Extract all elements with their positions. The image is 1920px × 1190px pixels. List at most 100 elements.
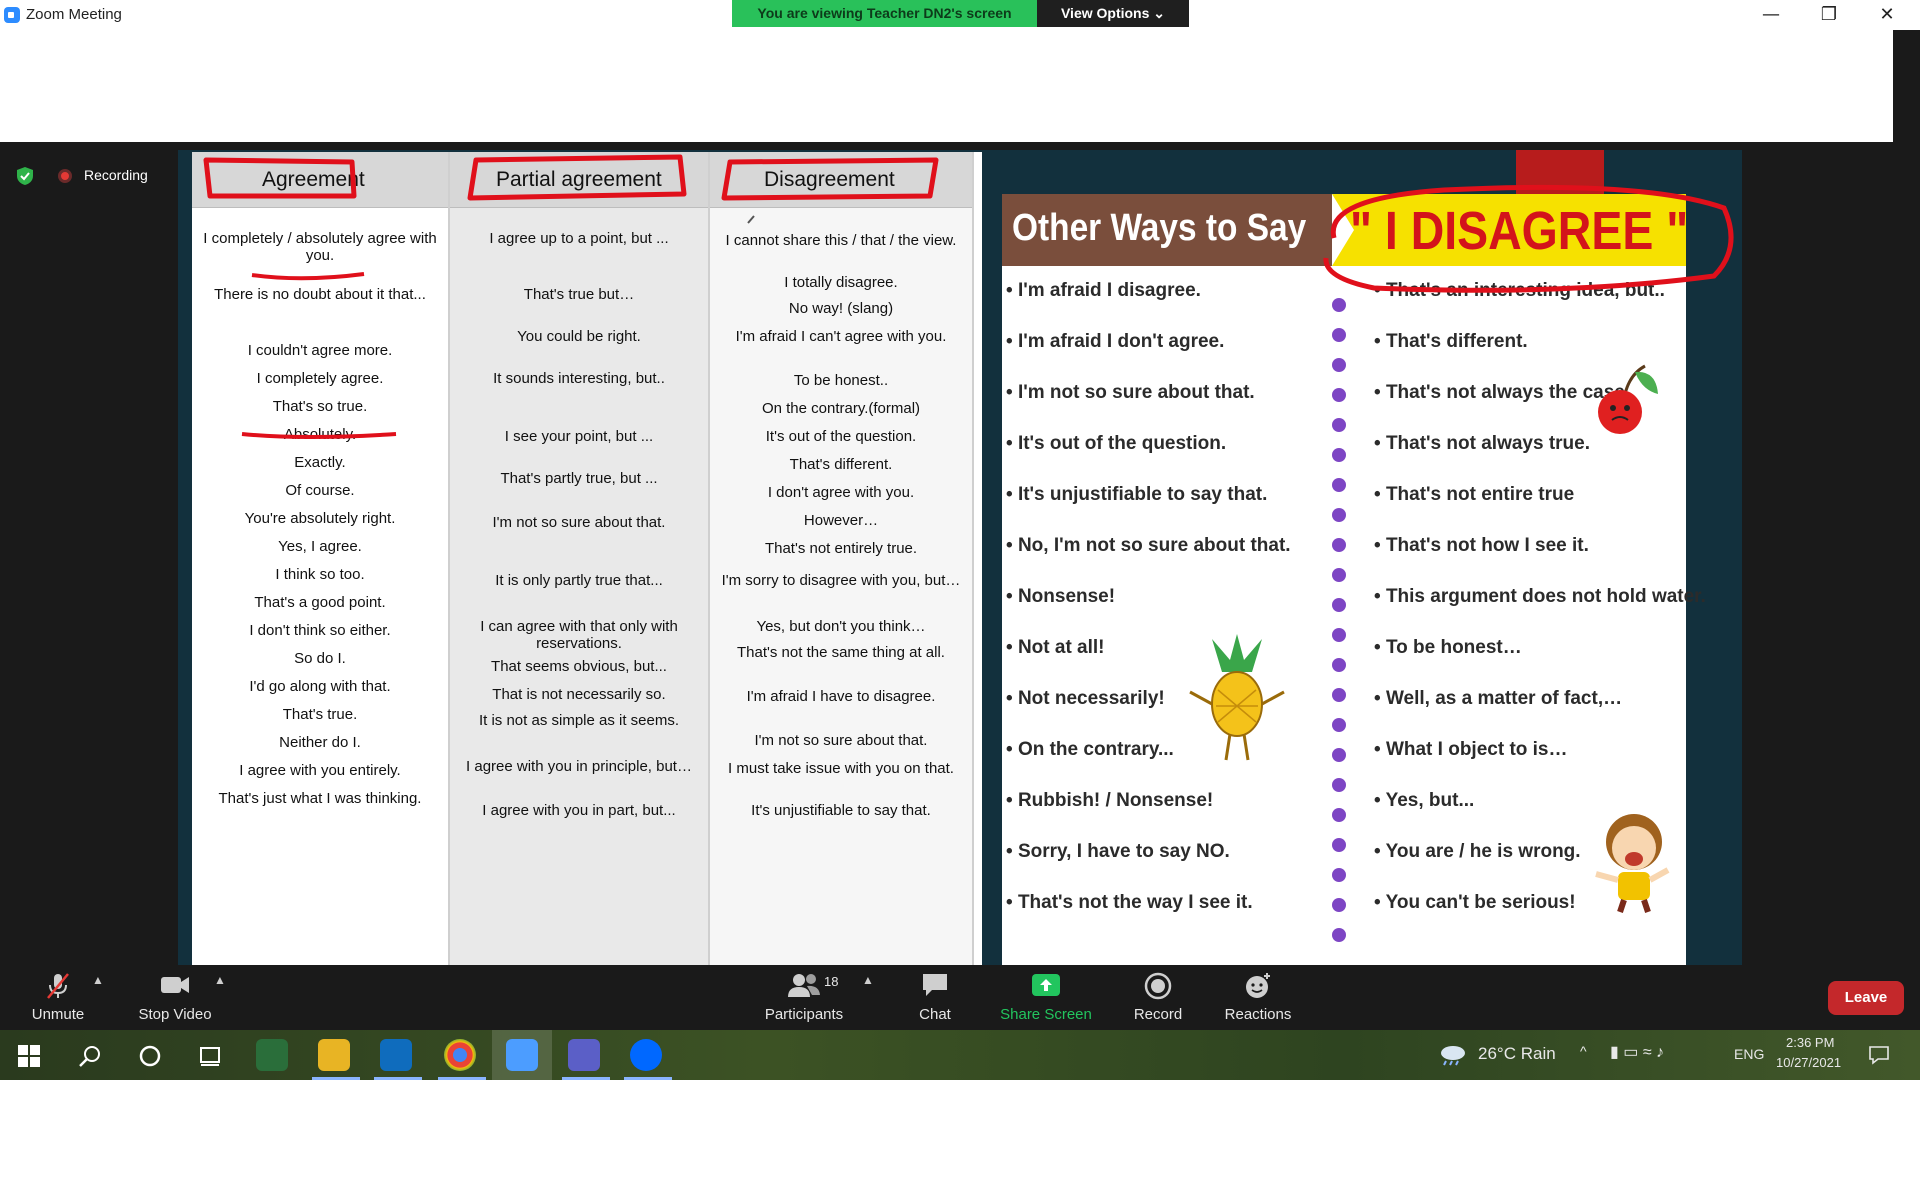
- bullet-icon: •: [1006, 433, 1018, 454]
- calculator-app-icon[interactable]: [256, 1039, 288, 1071]
- reactions-button[interactable]: Reactions: [1218, 965, 1298, 1030]
- agreement-table: Agreement I completely / absolutely agre…: [192, 152, 982, 965]
- purple-dot: [1332, 898, 1346, 912]
- cherry-illustration: [1598, 364, 1658, 434]
- disagree-phrase-right: • What I object to is…: [1374, 739, 1568, 761]
- restore-icon[interactable]: ❐: [1806, 2, 1852, 28]
- heading-other-ways: Other Ways to Say: [1012, 207, 1307, 249]
- purple-dot: [1332, 508, 1346, 522]
- bullet-icon: •: [1374, 892, 1386, 913]
- clock-time[interactable]: 2:36 PM: [1786, 1035, 1834, 1050]
- disagree-phrase-left: • I'm afraid I disagree.: [1006, 280, 1201, 302]
- participants-count: 18: [824, 974, 839, 989]
- purple-dot: [1332, 658, 1346, 672]
- weather-rain-icon[interactable]: [1438, 1044, 1468, 1066]
- video-options-chevron-icon[interactable]: ▲: [214, 973, 226, 987]
- participants-chevron-icon[interactable]: ▲: [862, 973, 874, 987]
- chat-label: Chat: [919, 1006, 951, 1023]
- chat-icon: [923, 974, 947, 996]
- bullet-icon: •: [1006, 382, 1018, 403]
- disagree-phrase-right: • You are / he is wrong.: [1374, 841, 1581, 863]
- chat-button[interactable]: Chat: [900, 965, 970, 1030]
- stop-video-button[interactable]: Stop Video: [130, 965, 220, 1030]
- window-title: Zoom Meeting: [26, 6, 122, 23]
- close-icon[interactable]: ✕: [1864, 2, 1910, 28]
- share-screen-label: Share Screen: [1000, 1006, 1092, 1023]
- shield-icon[interactable]: [16, 166, 34, 186]
- purple-dot: [1332, 778, 1346, 792]
- bullet-icon: •: [1006, 484, 1018, 505]
- participants-button[interactable]: 18 Participants: [756, 965, 852, 1030]
- clock-date[interactable]: 10/27/2021: [1776, 1055, 1841, 1070]
- phrase-text: Not necessarily!: [1017, 688, 1165, 709]
- phrase-text: Rubbish! / Nonsense!: [1017, 790, 1214, 811]
- smiley-plus-icon: [1246, 973, 1270, 998]
- unmute-button[interactable]: Unmute: [20, 965, 96, 1030]
- purple-dot: [1332, 418, 1346, 432]
- view-options-button[interactable]: View Options ⌄: [1037, 0, 1189, 27]
- disagree-phrase-left: • On the contrary...: [1006, 739, 1174, 761]
- system-tray-chevron-icon[interactable]: ^: [1580, 1043, 1587, 1059]
- shared-screen: Agreement I completely / absolutely agre…: [178, 150, 1742, 965]
- disagree-phrase-left: • It's out of the question.: [1006, 433, 1226, 455]
- minimize-icon[interactable]: —: [1748, 2, 1794, 28]
- phrase-text: Not at all!: [1017, 637, 1105, 658]
- bullet-icon: •: [1374, 637, 1386, 658]
- disagree-phrase-right: • Yes, but...: [1374, 790, 1474, 812]
- search-icon[interactable]: [78, 1044, 102, 1068]
- purple-dot: [1332, 478, 1346, 492]
- disagree-phrase-left: • Not at all!: [1006, 637, 1105, 659]
- phrase-text: Well, as a matter of fact,…: [1385, 688, 1623, 709]
- participants-label: Participants: [764, 1006, 844, 1023]
- notification-icon[interactable]: [1868, 1045, 1890, 1065]
- bullet-icon: •: [1374, 382, 1386, 403]
- purple-dot: [1332, 808, 1346, 822]
- windows-start-icon[interactable]: [18, 1045, 40, 1067]
- purple-dot: [1332, 388, 1346, 402]
- phrase-text: No, I'm not so sure about that.: [1017, 535, 1291, 556]
- participants-icon: [788, 974, 820, 997]
- leave-button[interactable]: Leave: [1828, 981, 1904, 1015]
- pineapple-illustration: [1189, 634, 1285, 761]
- purple-dot: [1332, 628, 1346, 642]
- bullet-icon: •: [1374, 433, 1386, 454]
- disagree-phrase-left: • Sorry, I have to say NO.: [1006, 841, 1230, 863]
- audio-options-chevron-icon[interactable]: ▲: [92, 973, 104, 987]
- purple-dot: [1332, 598, 1346, 612]
- bullet-icon: •: [1374, 586, 1386, 607]
- bullet-icon: •: [1374, 535, 1386, 556]
- phrase-text: I'm not so sure about that.: [1017, 382, 1255, 403]
- red-circle-annotation: [1323, 184, 1734, 293]
- reactions-label: Reactions: [1224, 1006, 1292, 1023]
- phrase-text: That's not how I see it.: [1385, 535, 1589, 556]
- bullet-icon: •: [1006, 535, 1018, 556]
- disagree-phrase-left: • Nonsense!: [1006, 586, 1115, 608]
- phrase-text: That's not entire true: [1385, 484, 1575, 505]
- disagree-phrase-left: • No, I'm not so sure about that.: [1006, 535, 1291, 557]
- top-white-strip: [0, 30, 1893, 142]
- tray-icons[interactable]: ▮ ▭ ≈ ♪: [1610, 1042, 1664, 1062]
- disagree-phrase-left: • Not necessarily!: [1006, 688, 1165, 710]
- purple-dot: [1332, 538, 1346, 552]
- bullet-icon: •: [1374, 739, 1386, 760]
- recording-icon: [58, 169, 72, 183]
- share-screen-button[interactable]: Share Screen: [994, 965, 1098, 1030]
- purple-dot: [1332, 868, 1346, 882]
- record-button[interactable]: Record: [1120, 965, 1196, 1030]
- purple-dot: [1332, 928, 1346, 942]
- phrase-text: That's different.: [1385, 331, 1528, 352]
- disagree-phrase-right: • That's not always true.: [1374, 433, 1590, 455]
- language-indicator[interactable]: ENG: [1734, 1046, 1764, 1062]
- bullet-icon: •: [1374, 484, 1386, 505]
- phrase-text: To be honest…: [1385, 637, 1522, 658]
- disagree-phrase-right: • That's not how I see it.: [1374, 535, 1589, 557]
- zalo-icon[interactable]: [630, 1039, 662, 1071]
- teams-icon[interactable]: [568, 1039, 600, 1071]
- task-view-icon[interactable]: [198, 1044, 222, 1068]
- disagree-phrase-right: • To be honest…: [1374, 637, 1522, 659]
- stop-video-label: Stop Video: [138, 1006, 212, 1023]
- cortana-icon[interactable]: [138, 1044, 162, 1068]
- file-explorer-icon[interactable]: [318, 1039, 350, 1071]
- outlook-icon[interactable]: [380, 1039, 412, 1071]
- chrome-icon[interactable]: [444, 1039, 476, 1071]
